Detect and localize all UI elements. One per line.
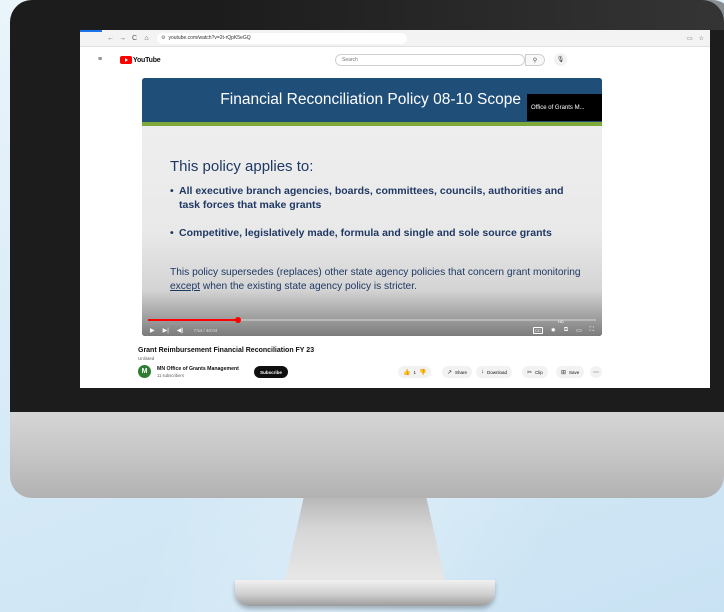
paragraph-underlined: except	[170, 281, 201, 292]
more-actions-button[interactable]: ⋯	[590, 366, 602, 378]
slide-paragraph: This policy supersedes (replaces) other …	[170, 266, 590, 294]
site-info-icon[interactable]: ⚙	[161, 35, 165, 41]
clip-label: Clip	[535, 369, 543, 375]
channel-watermark[interactable]: Office of Grants M...	[527, 94, 602, 121]
save-icon: ⊞	[561, 369, 567, 376]
slide-bullet: • All executive branch agencies, boards,…	[170, 184, 570, 212]
save-button[interactable]: ⊞ Save	[556, 366, 585, 378]
subscribe-button[interactable]: Subscribe	[254, 366, 288, 378]
like-count: 1	[413, 369, 416, 375]
captions-button[interactable]: CC	[533, 326, 543, 334]
reload-icon[interactable]: C	[130, 35, 139, 42]
toolbar-actions: ▭ ☆	[687, 35, 704, 42]
slide-title: Financial Reconciliation Policy 08-10 Sc…	[220, 91, 521, 108]
active-tab-indicator	[80, 30, 102, 32]
play-icon[interactable]: ▶	[150, 327, 155, 334]
settings-icon[interactable]: ✸	[551, 327, 556, 334]
clip-icon: ✂	[527, 369, 533, 376]
progress-fill	[148, 319, 238, 321]
home-icon[interactable]: ⌂	[142, 35, 151, 42]
channel-name[interactable]: MN Office of Grants Management	[157, 366, 239, 372]
player-controls: ▶ ▶| ◀) 7:54 / 40:04 CC ✸ ⧉ ▭ ⛶	[142, 324, 602, 336]
miniplayer-icon[interactable]: ⧉	[564, 327, 568, 334]
like-button[interactable]: 👍 1 👎	[398, 366, 432, 378]
address-bar-url: youtube.com/watch?v=2t-rQpK5eGQ	[168, 35, 251, 41]
browser-toolbar: ← → C ⌂ ⚙ youtube.com/watch?v=2t-rQpK5eG…	[80, 30, 710, 47]
slide-bullet: • Competitive, legislatively made, formu…	[170, 226, 570, 240]
thumbs-up-icon: 👍	[403, 369, 411, 376]
bezel-reflection	[210, 0, 724, 30]
search-input[interactable]: Search	[335, 54, 525, 66]
more-icon: ⋯	[593, 369, 599, 376]
visibility-label: Unlisted	[138, 356, 155, 361]
monitor-stand-base	[235, 580, 495, 606]
forward-icon[interactable]: →	[118, 35, 127, 42]
youtube-wordmark: YouTube	[133, 56, 161, 64]
paragraph-end: when the existing state agency policy is…	[200, 281, 417, 292]
volume-icon[interactable]: ◀)	[177, 327, 184, 334]
video-title: Grant Reimbursement Financial Reconcilia…	[138, 347, 315, 354]
voice-search-button[interactable]: 🎙	[554, 53, 567, 66]
bullet-mark: •	[170, 185, 174, 197]
fullscreen-icon[interactable]: ⛶	[590, 327, 594, 334]
share-icon: ↗	[447, 369, 453, 376]
thumbs-down-icon[interactable]: 👎	[419, 369, 426, 376]
bullet-text: All executive branch agencies, boards, c…	[179, 185, 564, 211]
paragraph-start: This policy supersedes (replaces) other …	[170, 267, 581, 278]
search-placeholder: Search	[342, 57, 358, 63]
microphone-icon: 🎙	[556, 57, 565, 63]
bookmark-star-icon[interactable]: ☆	[699, 35, 704, 42]
share-button[interactable]: ↗ Share	[442, 366, 473, 378]
cast-icon[interactable]: ▭	[687, 35, 693, 42]
search-button[interactable]: ⚲	[525, 54, 545, 66]
subscriber-count: 11 subscribers	[157, 373, 184, 378]
share-label: Share	[455, 369, 468, 375]
bullet-mark: •	[170, 227, 174, 239]
download-label: Download	[487, 369, 508, 375]
time-display: 7:54 / 40:04	[193, 327, 218, 333]
theater-mode-icon[interactable]: ▭	[576, 327, 582, 334]
monitor-bezel: ← → C ⌂ ⚙ youtube.com/watch?v=2t-rQpK5eG…	[10, 0, 724, 412]
scrubber-handle[interactable]	[234, 317, 241, 323]
bullet-text: Competitive, legislatively made, formula…	[179, 227, 552, 239]
menu-icon[interactable]: ≡	[98, 56, 102, 63]
clip-button[interactable]: ✂ Clip	[522, 366, 548, 378]
address-bar[interactable]: ⚙ youtube.com/watch?v=2t-rQpK5eGQ	[157, 32, 407, 44]
next-icon[interactable]: ▶|	[163, 327, 169, 334]
video-player[interactable]: Financial Reconciliation Policy 08-10 Sc…	[142, 78, 602, 336]
progress-bar[interactable]	[148, 317, 596, 323]
monitor-chin	[10, 410, 724, 498]
monitor-screen: ← → C ⌂ ⚙ youtube.com/watch?v=2t-rQpK5eG…	[80, 30, 710, 388]
youtube-header: ≡ YouTube Search ⚲ 🎙	[80, 47, 710, 73]
avatar[interactable]: M	[138, 365, 151, 378]
search-icon: ⚲	[532, 57, 538, 64]
youtube-logo[interactable]: YouTube	[120, 56, 161, 64]
save-label: Save	[569, 369, 580, 375]
slide-heading: This policy applies to:	[170, 158, 314, 175]
download-button[interactable]: ↓ Download	[476, 366, 513, 378]
download-icon: ↓	[481, 369, 484, 375]
youtube-play-icon	[120, 56, 132, 64]
back-icon[interactable]: ←	[106, 35, 115, 42]
monitor-stand-neck	[285, 495, 445, 581]
player-controls-right: CC ✸ ⧉ ▭ ⛶	[533, 326, 594, 334]
